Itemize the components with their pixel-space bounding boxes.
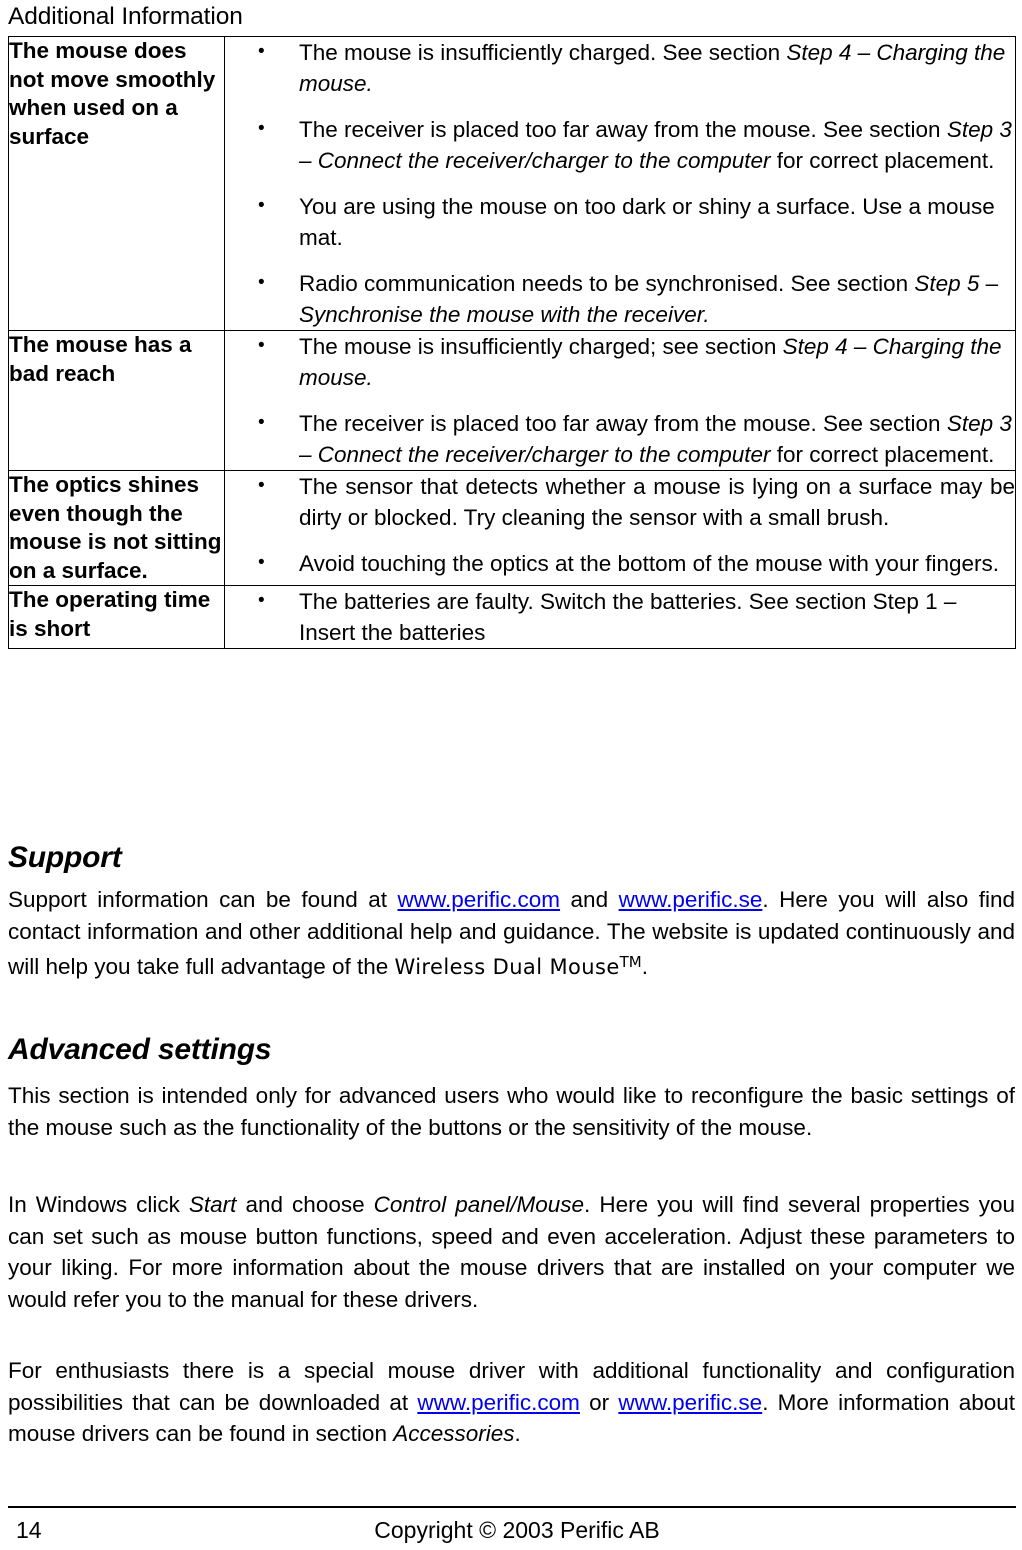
support-text-1: Support information can be found at (8, 887, 398, 912)
solutions-cell: The batteries are faulty. Switch the bat… (224, 585, 1016, 649)
solution-text: Avoid touching the optics at the bottom … (299, 551, 999, 576)
advanced-settings-heading: Advanced settings (8, 1033, 272, 1066)
adv-p3-text-d: . (514, 1421, 521, 1446)
solution-text: The sensor that detects whether a mouse … (299, 474, 1015, 530)
solution-list: The sensor that detects whether a mouse … (225, 470, 1015, 579)
solution-item: The sensor that detects whether a mouse … (225, 470, 1015, 533)
symptom-cell: The operating time is short (8, 585, 225, 649)
solution-text: The receiver is placed too far away from… (299, 411, 947, 436)
support-heading: Support (8, 841, 122, 874)
solution-text: for correct placement. (770, 148, 995, 173)
solution-text: The receiver is placed too far away from… (299, 117, 947, 142)
solution-item: The receiver is placed too far away from… (225, 407, 1015, 470)
solution-list: The mouse is insufficiently charged. See… (225, 36, 1015, 330)
solution-item: You are using the mouse on too dark or s… (225, 190, 1015, 253)
support-text-2: and (560, 887, 619, 912)
advanced-paragraph-3: For enthusiasts there is a special mouse… (8, 1355, 1015, 1450)
table-row: The mouse has a bad reach The mouse is in… (8, 330, 1016, 471)
adv-p2-text-b: and choose (236, 1192, 374, 1217)
advanced-paragraph-1: This section is intended only for advanc… (8, 1083, 1015, 1140)
solution-item: Avoid touching the optics at the bottom … (225, 547, 1015, 579)
solution-list: The mouse is insufficiently charged; see… (225, 330, 1015, 470)
solution-text: The mouse is insufficiently charged. See… (299, 40, 787, 65)
symptom-cell: The optics shines even though the mouse … (8, 470, 225, 586)
adv-p3-text-b: or (579, 1389, 619, 1415)
footer-divider (8, 1506, 1016, 1508)
product-brand-name: Wireless Dual Mouse (394, 954, 620, 979)
troubleshooting-table: The mouse does not move smoothly when us… (8, 36, 1016, 649)
solution-item: The batteries are faulty. Switch the bat… (225, 585, 1015, 648)
solution-list: The batteries are faulty. Switch the bat… (225, 585, 1015, 648)
troubleshooting-table-body: The mouse does not move smoothly when us… (8, 36, 1016, 649)
link-perific-com[interactable]: www.perific.com (398, 887, 561, 912)
solution-text: Radio communication needs to be synchron… (299, 271, 915, 296)
document-page: Additional Information The mouse does no… (0, 0, 1022, 1550)
adv-p3-italic-accessories: Accessories (393, 1421, 515, 1446)
support-paragraph: Support information can be found at www.… (8, 884, 1015, 983)
symptom-cell: The mouse does not move smoothly when us… (8, 36, 225, 331)
page-footer: 14 Copyright © 2003 Perific AB (8, 1513, 1016, 1547)
solution-item: The mouse is insufficiently charged; see… (225, 330, 1015, 393)
copyright-notice: Copyright © 2003 Perific AB (374, 1517, 660, 1543)
support-text-4: . (641, 953, 649, 979)
solution-text: The batteries are faulty. Switch the bat… (299, 589, 957, 645)
solutions-cell: The sensor that detects whether a mouse … (224, 470, 1016, 586)
solutions-cell: The mouse is insufficiently charged; see… (224, 330, 1016, 471)
solutions-cell: The mouse is insufficiently charged. See… (224, 36, 1016, 331)
adv-p2-italic-control-panel: Control panel/Mouse (373, 1192, 585, 1217)
running-header: Additional Information (8, 3, 243, 30)
solution-text: for correct placement. (770, 442, 995, 467)
table-row: The operating time is short The batteries… (8, 585, 1016, 649)
symptom-cell: The mouse has a bad reach (8, 330, 225, 471)
table-row: The optics shines even though the mouse … (8, 470, 1016, 586)
link-perific-se[interactable]: www.perific.se (619, 887, 763, 912)
adv-p2-italic-start: Start (188, 1192, 237, 1217)
solution-text: You are using the mouse on too dark or s… (299, 194, 995, 250)
solution-text: The mouse is insufficiently charged; see… (299, 334, 783, 359)
link-perific-com-driver[interactable]: www.perific.com (417, 1390, 580, 1415)
solution-item: Radio communication needs to be synchron… (225, 267, 1015, 330)
adv-p2-text-a: In Windows click (8, 1192, 189, 1217)
table-row: The mouse does not move smoothly when us… (8, 36, 1016, 331)
link-perific-se-driver[interactable]: www.perific.se (618, 1390, 762, 1415)
trademark-symbol: TM (619, 953, 642, 971)
solution-item: The receiver is placed too far away from… (225, 113, 1015, 176)
solution-item: The mouse is insufficiently charged. See… (225, 36, 1015, 99)
advanced-paragraph-2: In Windows click Start and choose Contro… (8, 1189, 1015, 1315)
